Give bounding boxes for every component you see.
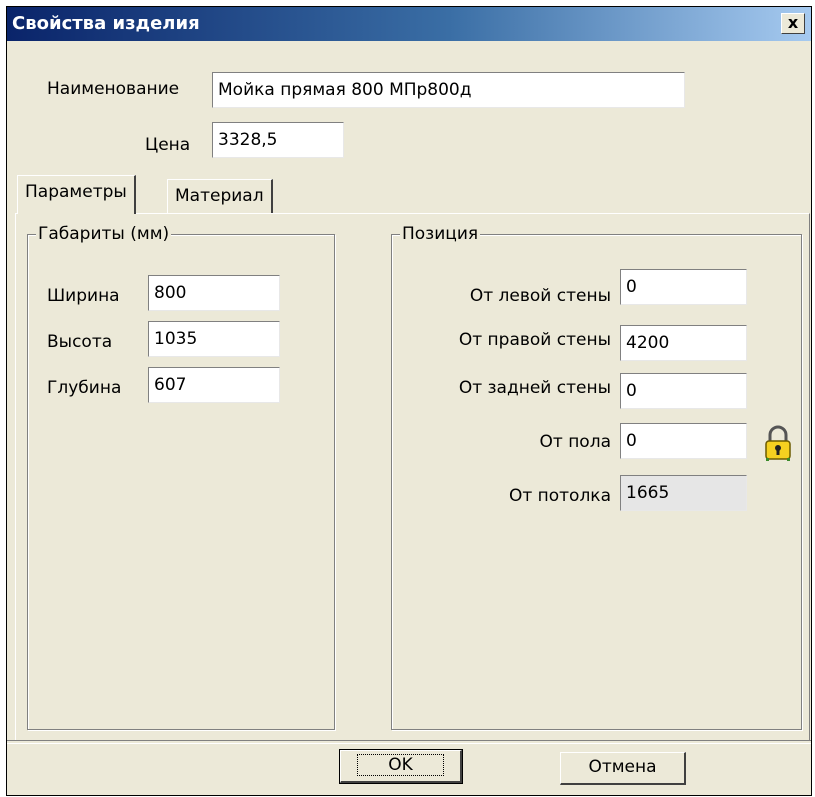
close-icon: x	[787, 13, 799, 32]
button-divider	[7, 740, 811, 744]
close-button[interactable]: x	[781, 13, 805, 34]
title-bar[interactable]: Свойства изделия x	[7, 7, 811, 41]
product-properties-dialog: Свойства изделия x Наименование Мойка пр…	[6, 6, 812, 796]
cancel-button-label: Отмена	[588, 757, 657, 777]
left-wall-label: От левой стены	[469, 286, 611, 306]
price-input[interactable]: 3328,5	[212, 122, 344, 158]
window-title: Свойства изделия	[12, 13, 200, 34]
back-wall-input[interactable]: 0	[620, 373, 747, 409]
ceiling-input: 1665	[620, 475, 747, 511]
floor-input[interactable]: 0	[620, 423, 747, 459]
cancel-button[interactable]: Отмена	[560, 752, 686, 785]
width-label: Ширина	[47, 286, 120, 306]
position-group-title: Позиция	[400, 223, 481, 245]
right-wall-input[interactable]: 4200	[620, 325, 747, 361]
depth-label: Глубина	[47, 378, 122, 398]
height-label: Высота	[47, 332, 113, 352]
height-input[interactable]: 1035	[148, 321, 280, 357]
left-wall-input[interactable]: 0	[620, 269, 747, 305]
padlock-icon[interactable]	[761, 425, 795, 463]
depth-input[interactable]: 607	[148, 367, 280, 403]
tab-material[interactable]: Материал	[167, 179, 273, 213]
name-input[interactable]: Мойка прямая 800 МПр800д	[212, 72, 685, 108]
floor-label: От пола	[539, 432, 612, 452]
right-wall-label: От правой стены	[458, 330, 611, 350]
tab-parameters[interactable]: Параметры	[17, 175, 136, 214]
name-label: Наименование	[47, 79, 180, 99]
back-wall-label: От задней стены	[458, 378, 611, 398]
width-input[interactable]: 800	[148, 275, 280, 311]
dimensions-group-title: Габариты (мм)	[36, 223, 172, 245]
ok-button[interactable]: OK	[339, 749, 463, 784]
price-label: Цена	[145, 135, 191, 155]
ok-button-label: OK	[357, 754, 444, 776]
ceiling-label: От потолка	[508, 486, 611, 506]
